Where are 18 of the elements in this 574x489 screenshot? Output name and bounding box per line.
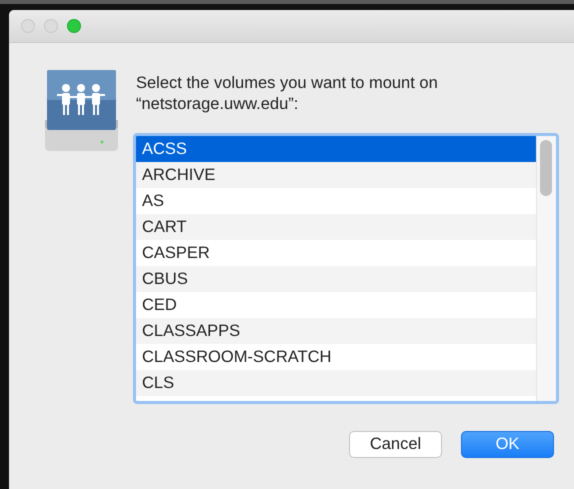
volume-item[interactable]: AS — [136, 188, 536, 214]
volume-item[interactable]: CLS — [136, 370, 536, 396]
network-drive-icon — [44, 70, 119, 152]
volume-item[interactable]: ACSS — [136, 136, 536, 162]
zoom-button[interactable] — [67, 19, 81, 33]
minimize-button[interactable] — [44, 19, 58, 33]
close-button[interactable] — [21, 19, 35, 33]
scrollbar-thumb[interactable] — [540, 140, 552, 196]
volume-item[interactable]: CART — [136, 214, 536, 240]
volume-item[interactable]: CLASSROOM-SCRATCH — [136, 344, 536, 370]
volume-item[interactable]: ARCHIVE — [136, 162, 536, 188]
prompt-text: Select the volumes you want to mount on “netstorage.uww.edu”: — [136, 73, 439, 115]
volume-item[interactable]: CED — [136, 292, 536, 318]
cancel-button[interactable]: Cancel — [349, 431, 442, 458]
volume-item[interactable]: CLASSAPPS — [136, 318, 536, 344]
volume-item[interactable]: CASPER — [136, 240, 536, 266]
volume-list[interactable]: ACSS ARCHIVE AS CART CASPER CBUS CED CLASSAPPS CLASSROOM-SCRATCH CLS — [133, 133, 559, 404]
volume-item[interactable]: CBUS — [136, 266, 536, 292]
